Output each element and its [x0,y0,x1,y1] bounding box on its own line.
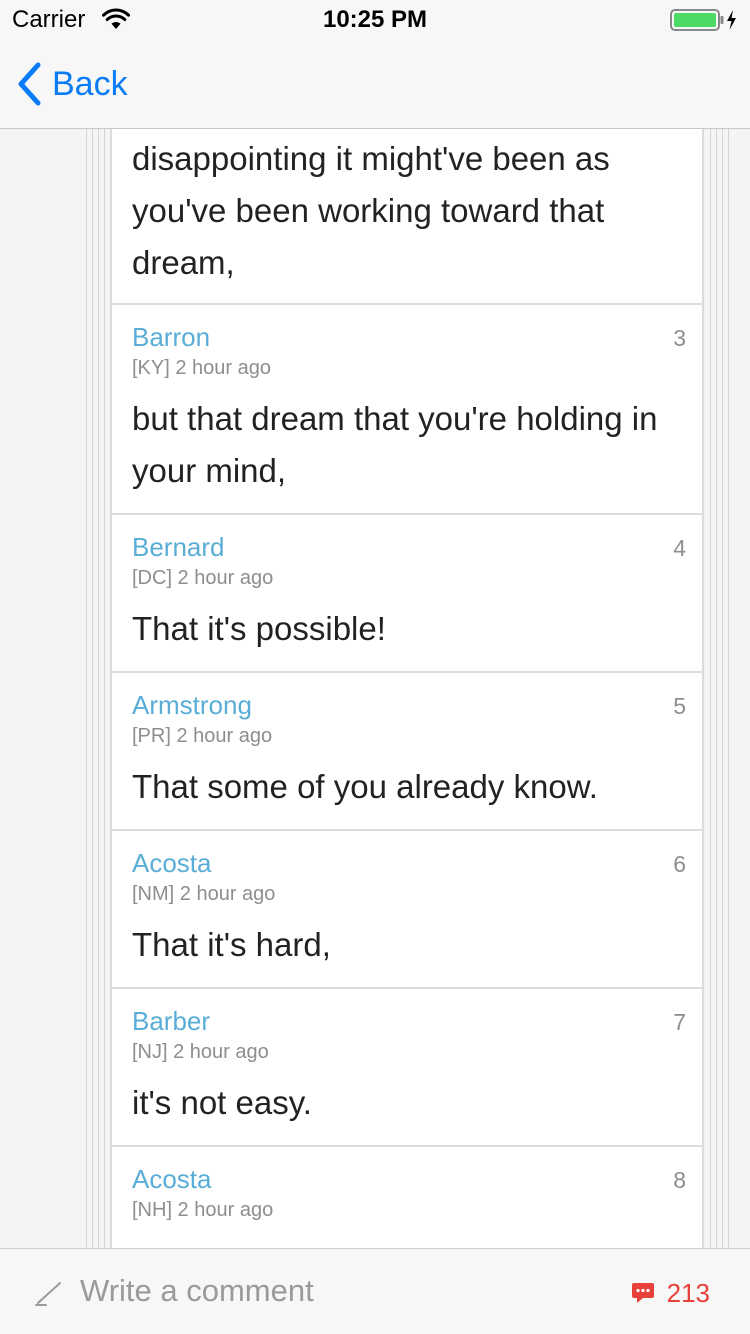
comment-item[interactable]: Barron [KY] 2 hour ago 3 but that dream … [112,305,702,515]
comment-meta: [DC] 2 hour ago [132,567,274,589]
comment-meta: [NJ] 2 hour ago [132,1041,269,1063]
comment-author[interactable]: Acosta [132,1159,680,1199]
comment-text: That it's hard, [132,926,331,963]
comment-text: That some of you already know. [132,768,598,805]
back-chevron-icon [18,62,41,106]
comment-text: disappointing it might've been as you've… [132,140,610,281]
thread-indent-line [710,129,711,1248]
bottom-bar: Write a comment 213 [0,1248,750,1334]
comment-count: 213 [666,1277,710,1308]
comment-item[interactable]: Acosta [NM] 2 hour ago 6 That it's hard, [112,831,702,989]
comment-item[interactable]: Bernard [DC] 2 hour ago 4 That it's poss… [112,515,702,673]
navigation-bar: Back [0,40,750,129]
thread-indent-line [86,129,87,1248]
comment-author[interactable]: Barber [132,1001,680,1041]
comment-meta: [PR] 2 hour ago [132,725,273,747]
comment-number: 4 [673,535,686,561]
comment-item[interactable]: Acosta [NH] 2 hour ago 8 [112,1147,702,1248]
comment-thread[interactable]: disappointing it might've been as you've… [0,129,750,1248]
comment-text: but that dream that you're holding in yo… [132,400,658,489]
comment-author[interactable]: Acosta [132,843,680,883]
comment-list: disappointing it might've been as you've… [110,129,704,1248]
comment-count-button[interactable]: 213 [631,1271,710,1315]
comment-meta: [NH] 2 hour ago [132,1199,274,1221]
status-bar: Carrier 10:25 PM [0,0,750,40]
back-label: Back [52,64,128,103]
thread-indent-line [722,129,723,1248]
comment-item[interactable]: disappointing it might've been as you've… [112,129,702,305]
back-button[interactable]: Back [16,60,128,108]
comment-item[interactable]: Barber [NJ] 2 hour ago 7 it's not easy. [112,989,702,1147]
thread-indent-line [98,129,99,1248]
charging-bolt-icon [727,10,736,30]
comment-text: it's not easy. [132,1084,312,1121]
thread-indent-line [728,129,729,1248]
comment-meta: [KY] 2 hour ago [132,357,271,379]
thread-indent-line [104,129,105,1248]
comment-bubble-icon [631,1283,654,1303]
comment-author[interactable]: Armstrong [132,685,680,725]
pencil-icon [34,1277,64,1312]
comment-input[interactable]: Write a comment [80,1269,314,1313]
comment-author[interactable]: Barron [132,317,680,357]
comment-author[interactable]: Bernard [132,527,680,567]
clock-time: 10:25 PM [322,6,428,33]
thread-indent-line [716,129,717,1248]
battery-icon [670,8,740,39]
thread-indent-line [92,129,93,1248]
comment-text: That it's possible! [132,610,386,647]
comment-number: 8 [673,1167,686,1193]
comment-number: 3 [673,325,686,351]
comment-number: 6 [673,851,686,877]
comment-number: 5 [673,693,686,719]
comment-item[interactable]: Armstrong [PR] 2 hour ago 5 That some of… [112,673,702,831]
comment-number: 7 [673,1009,686,1035]
comment-meta: [NM] 2 hour ago [132,883,276,905]
